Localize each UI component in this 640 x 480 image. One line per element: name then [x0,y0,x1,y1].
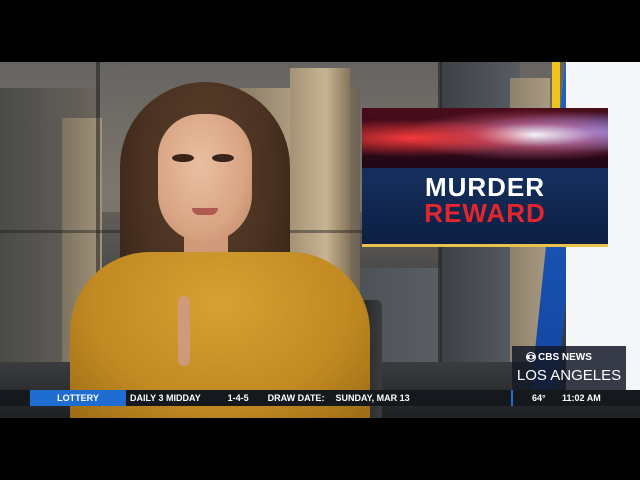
temperature: 64° [532,393,546,403]
anchor-eye [212,154,234,162]
police-lights-image [362,108,608,168]
over-the-shoulder-graphic: MURDER REWARD [362,108,608,247]
draw-date: SUNDAY, MAR 13 [335,393,410,403]
anchor-face [158,114,252,242]
draw-date-label: DRAW DATE: [267,393,325,403]
lottery-game: DAILY 3 MIDDAY [130,393,201,403]
keyhole-neckline [178,296,190,366]
cbs-eye-icon [526,352,536,362]
anchor-mouth [192,208,218,215]
network-name: CBS NEWS [538,352,592,363]
station-city: LOS ANGELES [516,367,622,384]
ticker-label: LOTTERY [30,390,126,406]
news-anchor [60,82,380,418]
ticker-separator [511,390,513,406]
ticker-content: DAILY 3 MIDDAY 1-4-5 DRAW DATE: SUNDAY, … [130,390,410,406]
anchor-eye [172,154,194,162]
clock-time: 11:02 AM [562,393,601,403]
lottery-numbers: 1-4-5 [227,393,249,403]
broadcast-frame: MURDER REWARD CBS NEWS LOS ANGELES [0,62,640,418]
graphic-headline-line2: REWARD [424,198,546,228]
